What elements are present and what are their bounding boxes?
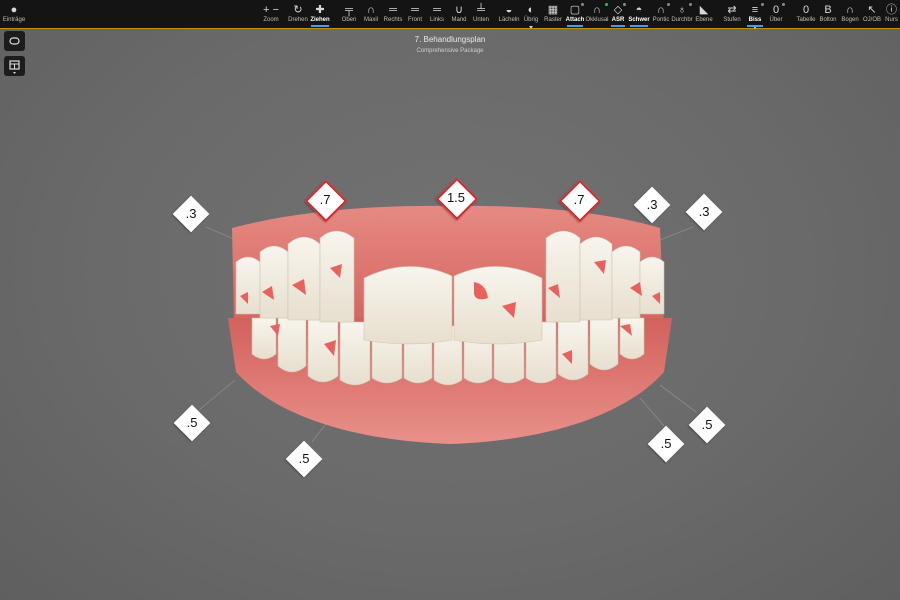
smile-icon: ◒: [505, 4, 513, 16]
dental-model[interactable]: [0, 0, 900, 600]
move-icon: ✚: [315, 4, 325, 16]
movement-label-value: .3: [185, 206, 197, 221]
toolbar-arch[interactable]: ∩ Bogen: [839, 0, 861, 28]
toolbar-grid[interactable]: ▦ Raster: [542, 0, 564, 28]
movement-label-value: .5: [660, 436, 672, 451]
movement-label[interactable]: .5: [285, 440, 323, 478]
toolbar-difficulty[interactable]: ◓ Schwer: [628, 0, 650, 28]
view-top-icon: ╤: [345, 4, 353, 16]
toolbar-view-top[interactable]: ╤ Oben: [338, 0, 360, 28]
page-subtitle: Comprehensive Package: [416, 48, 484, 54]
toolbar-view-left[interactable]: ═ Links: [426, 0, 448, 28]
viewport-3d[interactable]: .3 .7 1.5 .7 .3 .3 .5 .5 .5 .5 7. Behand…: [0, 0, 900, 600]
view-right-icon: ═: [389, 4, 397, 16]
top-toolbar: ● Einträge + − Zoom ↻ Drehen ✚ Ziehen ╤ Oben …: [0, 0, 900, 29]
rotate-icon: ↻: [293, 4, 303, 16]
toolbar-zoom[interactable]: + − Zoom: [258, 0, 284, 28]
overjet-icon: ↖: [867, 4, 877, 16]
movement-label[interactable]: .5: [173, 404, 211, 442]
layout-icon: [9, 60, 20, 74]
bolton-icon: B: [824, 4, 832, 16]
toolbar-overlay[interactable]: 0 Über: [766, 0, 786, 28]
view-front-icon: ═: [411, 4, 419, 16]
toolbar-entries[interactable]: ● Einträge: [2, 0, 26, 28]
movement-label-value: .3: [698, 204, 710, 219]
jaw-toggle-icon: [9, 37, 20, 45]
user-icon: ●: [10, 4, 18, 16]
movement-label-value: .7: [573, 192, 585, 207]
toolbar-rotate[interactable]: ↻ Drehen: [287, 0, 309, 28]
layout-button[interactable]: [4, 56, 25, 76]
toolbar-view-right[interactable]: ═ Rechts: [382, 0, 404, 28]
movement-label[interactable]: .5: [688, 406, 726, 444]
page-title: 7. Behandlungsplan: [414, 35, 486, 44]
movement-label-value: .5: [701, 417, 713, 432]
zoom-icon: + −: [263, 4, 279, 16]
toolbar-attachments[interactable]: ▢ Attach: [565, 0, 585, 28]
movement-label[interactable]: .3: [685, 193, 723, 231]
movement-label-value: .5: [298, 451, 310, 466]
toolbar-occlusal[interactable]: ∩ Okklusal: [585, 0, 609, 28]
jaw-toggle-button[interactable]: [4, 31, 25, 51]
toolbar-pan[interactable]: ✚ Ziehen: [309, 0, 331, 28]
movement-label-highlight[interactable]: 1.5: [435, 177, 479, 221]
toolbar-eruption[interactable]: ♁ Durchbr: [671, 0, 693, 28]
arch-icon: ∩: [846, 4, 854, 16]
toolbar-view-bottom[interactable]: ╧ Unten: [470, 0, 492, 28]
toolbar-plane[interactable]: ◣ Ebene: [694, 0, 714, 28]
toolbar-bolton[interactable]: B Bolton: [817, 0, 839, 28]
movement-label[interactable]: .3: [633, 186, 671, 224]
toolbar-overjet[interactable]: ↖ OJ/OB: [861, 0, 883, 28]
gauge-icon: ◓: [635, 4, 643, 16]
view-bottom-icon: ╧: [477, 4, 485, 16]
mandible-icon: ∪: [454, 4, 464, 16]
view-left-icon: ═: [433, 4, 441, 16]
maxilla-icon: ∩: [367, 4, 375, 16]
table-icon: 0: [802, 4, 810, 16]
toolbar-view-mandible[interactable]: ∪ Mand: [448, 0, 470, 28]
toolbar-stages[interactable]: ⇄ Stufen: [721, 0, 743, 28]
toolbar-bite[interactable]: ≡ Biss: [745, 0, 765, 29]
remaining-icon: ◐: [527, 4, 535, 16]
movement-label-value: .5: [186, 415, 198, 430]
movement-label[interactable]: .5: [647, 425, 685, 463]
stages-icon: ⇄: [727, 4, 737, 16]
info-icon: ⓘ: [886, 4, 897, 16]
toolbar-asr[interactable]: ◇ ASR: [609, 0, 627, 28]
movement-label-value: 1.5: [446, 190, 466, 205]
toolbar-table[interactable]: 0 Tabelle: [795, 0, 817, 28]
toolbar-view-maxilla[interactable]: ∩ Maxil: [360, 0, 382, 28]
toolbar-smile[interactable]: ◒ Lächeln: [497, 0, 521, 28]
movement-label[interactable]: .3: [172, 195, 210, 233]
toolbar-view-front[interactable]: ═ Front: [404, 0, 426, 28]
grid-icon: ▦: [547, 4, 559, 16]
toolbar-info[interactable]: ⓘ Nurs: [883, 0, 900, 28]
movement-label-highlight[interactable]: .7: [304, 179, 348, 223]
plane-icon: ◣: [699, 4, 709, 16]
toolbar-pontic[interactable]: ∩ Pontic: [651, 0, 671, 28]
movement-label-highlight[interactable]: .7: [558, 179, 602, 223]
movement-label-value: .7: [319, 192, 331, 207]
movement-label-value: .3: [646, 197, 658, 212]
toolbar-remaining[interactable]: ◐ Übrig: [521, 0, 541, 29]
